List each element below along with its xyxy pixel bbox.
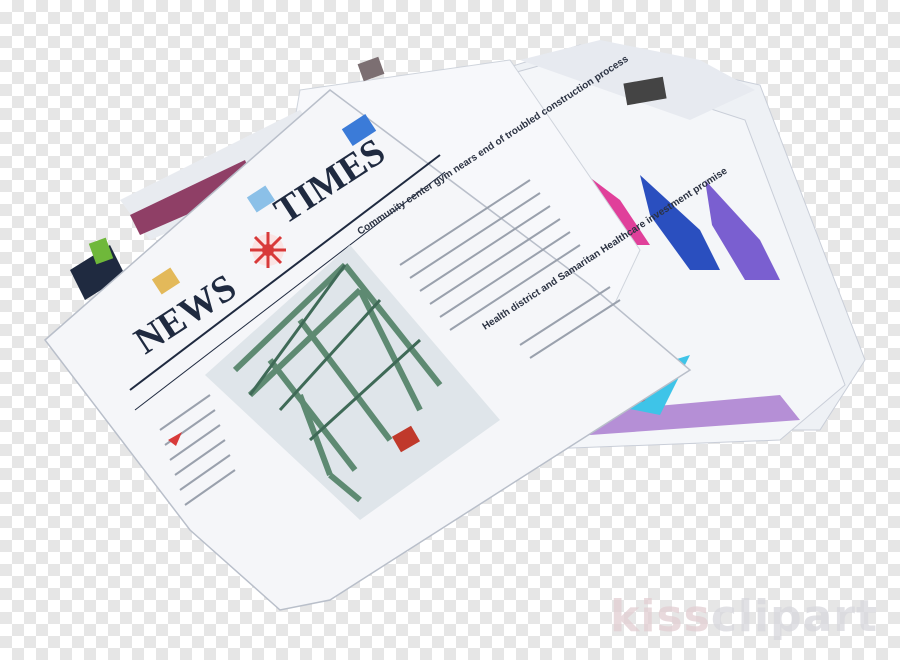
newspaper-stack-illustration: NEWS TIMES Community center gym nears en… — [43, 40, 866, 611]
sunburst-logo — [250, 232, 286, 268]
watermark: kissclipart — [610, 591, 878, 642]
thumbnail-image — [357, 56, 385, 82]
